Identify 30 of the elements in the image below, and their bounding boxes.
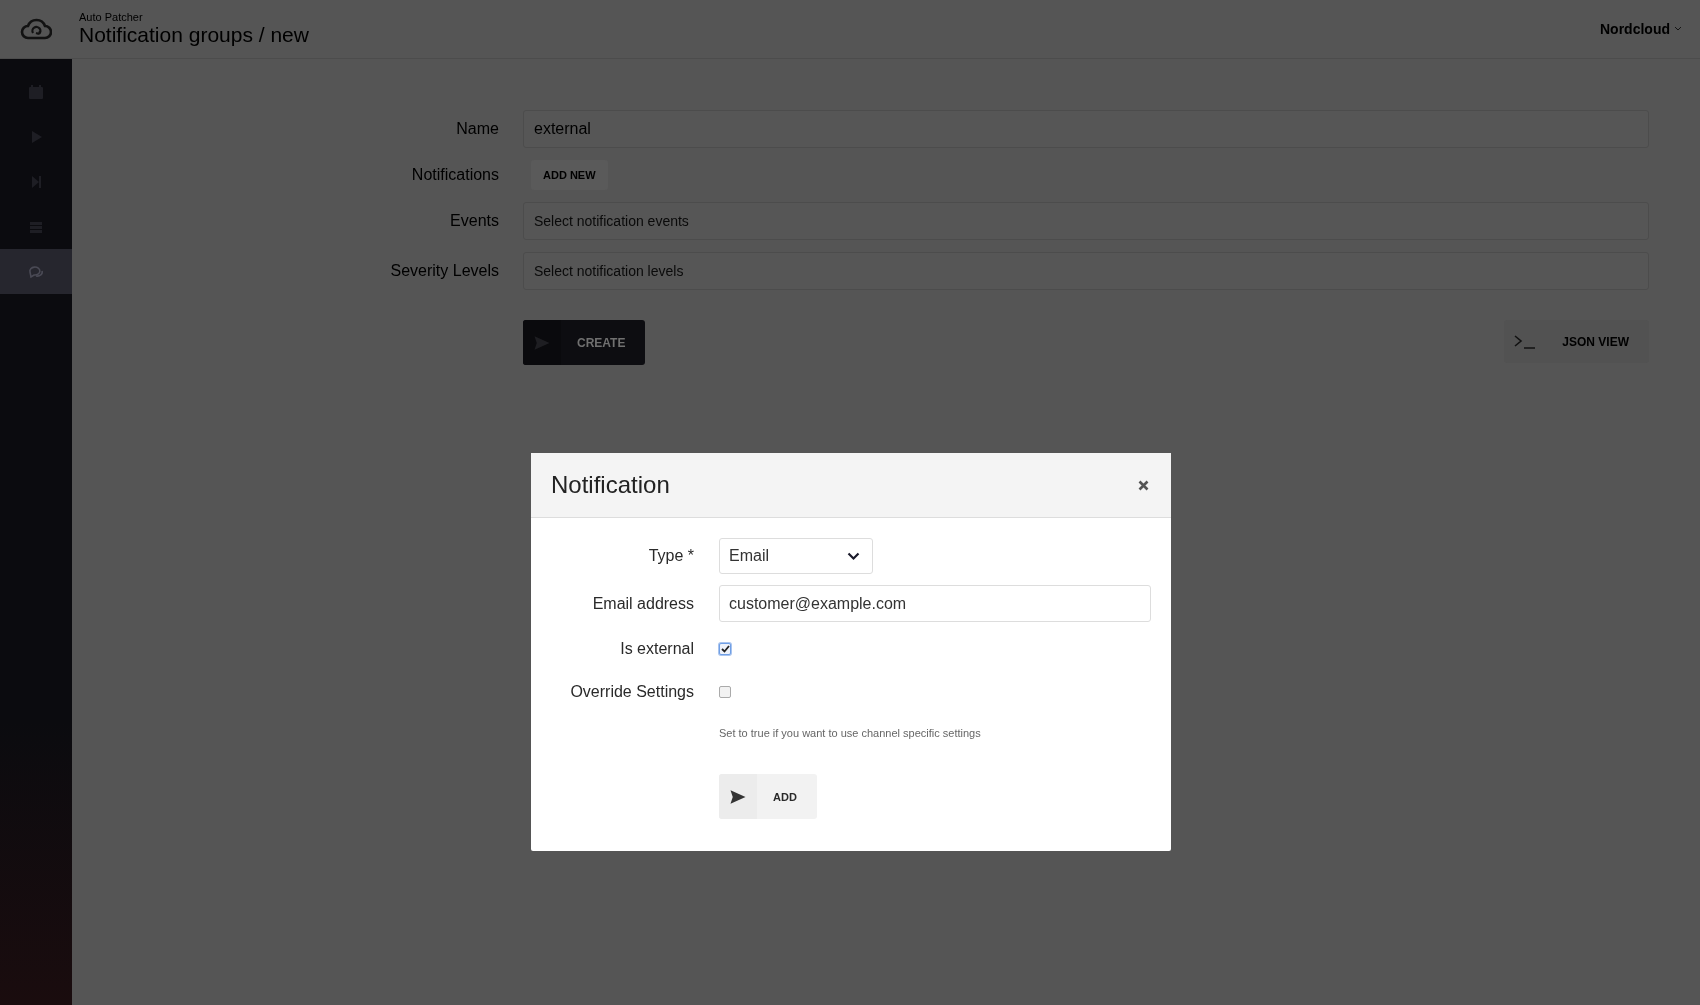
select-field[interactable]: Select notification events	[523, 202, 1649, 240]
type-select[interactable]: Email	[719, 538, 873, 574]
field-label: Events	[449, 212, 499, 230]
chevron-down-icon	[1674, 26, 1682, 32]
add-new-button[interactable]: ADD NEW	[531, 160, 608, 190]
cloud-logo-icon	[20, 17, 52, 41]
json-view-button[interactable]: JSON VIEW	[1504, 320, 1649, 363]
name-field[interactable]: external	[523, 110, 1649, 148]
dialog-title: Notification	[551, 471, 670, 499]
field-label: Severity Levels	[389, 262, 499, 280]
email-field[interactable]: customer@example.com	[719, 585, 1151, 622]
close-icon	[1138, 479, 1149, 491]
app-name: Auto Patcher	[79, 11, 144, 23]
field-label: Override Settings	[569, 683, 694, 701]
field-label: Notifications	[410, 166, 499, 184]
account-menu[interactable]: Nordcloud	[1600, 21, 1682, 37]
add-button[interactable]: ADD	[719, 774, 817, 819]
page-title: Notification groups / new	[79, 23, 309, 47]
select-field[interactable]: Select notification levels	[523, 252, 1649, 290]
field-label: Is external	[619, 640, 694, 658]
help-text: Set to true if you want to use channel specific settings	[719, 727, 982, 739]
field-label: Type *	[647, 547, 694, 565]
checkbox[interactable]	[719, 643, 731, 655]
create-button[interactable]: CREATE	[523, 320, 646, 365]
checkbox[interactable]	[719, 686, 731, 698]
chevron-down-icon	[847, 551, 860, 561]
terminal-icon	[1514, 334, 1537, 349]
field-label: Email address	[591, 594, 694, 613]
sidebar-item[interactable]	[0, 249, 72, 294]
field-label: Name	[455, 120, 499, 138]
